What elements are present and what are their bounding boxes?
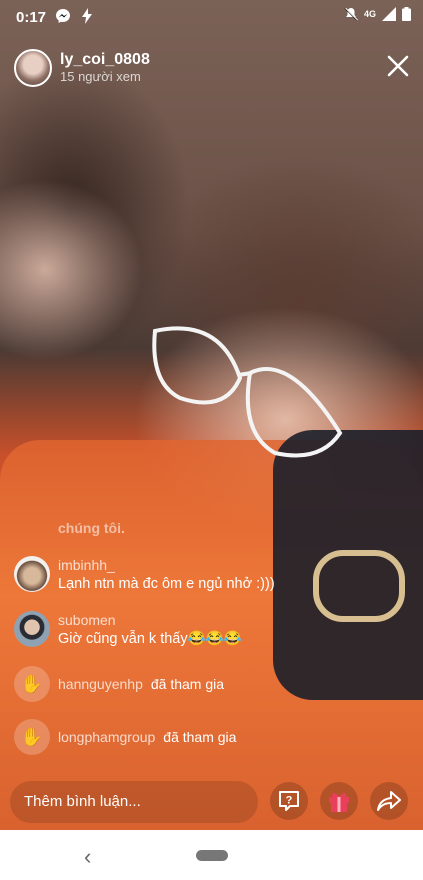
commenter-name[interactable]: imbinhh_ [58,557,275,574]
signal-icon [382,7,396,21]
comment-item: subomen Giờ cũng vẫn k thấy😂😂😂 [14,611,374,649]
commenter-avatar[interactable] [14,611,50,647]
wave-hand-icon: ✋ [14,719,50,755]
gift-icon [329,793,349,812]
join-notice: ✋ hannguyenhp đã tham gia [14,666,374,702]
commenter-name[interactable]: subomen [58,612,242,629]
close-icon[interactable] [385,53,411,79]
video-glasses-shape [152,326,343,458]
join-notice: ✋ longphamgroup đã tham gia [14,719,374,755]
host-info: ly_coi_0808 15 người xem [60,51,150,85]
share-arrow-icon [377,791,401,811]
join-text: đã tham gia [163,729,237,745]
battery-icon [402,7,411,21]
joined-user[interactable]: longphamgroup [58,729,155,745]
bottom-action-bar: Thêm bình luận... ? [0,776,423,830]
joined-user[interactable]: hannguyenhp [58,676,143,692]
comment-feed: chúng tôi. imbinhh_ Lạnh ntn mà đc ôm e … [14,520,374,772]
svg-text:?: ? [286,795,293,807]
comment-input[interactable]: Thêm bình luận... [10,781,258,823]
mute-icon [344,7,358,21]
comment-text: Giờ cũng vẫn k thấy😂😂😂 [58,631,242,647]
status-time: 0:17 [16,9,47,26]
viewer-count: 15 người xem [60,69,141,84]
host-header[interactable]: ly_coi_0808 15 người xem [14,48,150,88]
android-nav-bar: ‹ [0,830,423,880]
wave-hand-icon: ✋ [14,666,50,702]
bolt-icon [82,8,92,24]
host-name[interactable]: ly_coi_0808 [60,51,150,69]
commenter-avatar[interactable] [14,556,50,592]
comment-text: Lạnh ntn mà đc ôm e ngủ nhở :))) [58,576,275,592]
question-icon: ? [279,791,299,811]
faded-comment: chúng tôi. [58,520,125,536]
comment-item: imbinhh_ Lạnh ntn mà đc ôm e ngủ nhở :))… [14,556,374,594]
messenger-icon [56,9,70,23]
network-type: 4G [363,9,376,19]
question-button[interactable]: ? [270,782,308,820]
join-text: đã tham gia [150,676,225,692]
home-pill[interactable] [196,850,228,861]
share-button[interactable] [370,782,408,820]
status-bar: 0:17 4G [0,0,423,34]
host-avatar[interactable] [14,49,52,87]
back-chevron-icon[interactable]: ‹ [84,844,91,870]
gift-button[interactable] [320,782,358,820]
